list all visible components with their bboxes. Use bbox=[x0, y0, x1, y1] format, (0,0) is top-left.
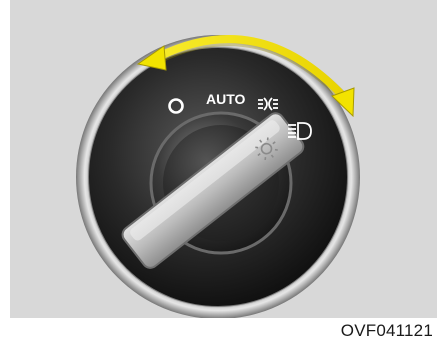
figure-code: OVF041121 bbox=[340, 321, 433, 340]
figure: AUTO OVF041121 bbox=[0, 0, 437, 343]
headlight-switch-illustration: AUTO bbox=[76, 35, 360, 318]
illustration-panel: AUTO bbox=[10, 0, 437, 318]
position-auto-label: AUTO bbox=[206, 91, 246, 107]
